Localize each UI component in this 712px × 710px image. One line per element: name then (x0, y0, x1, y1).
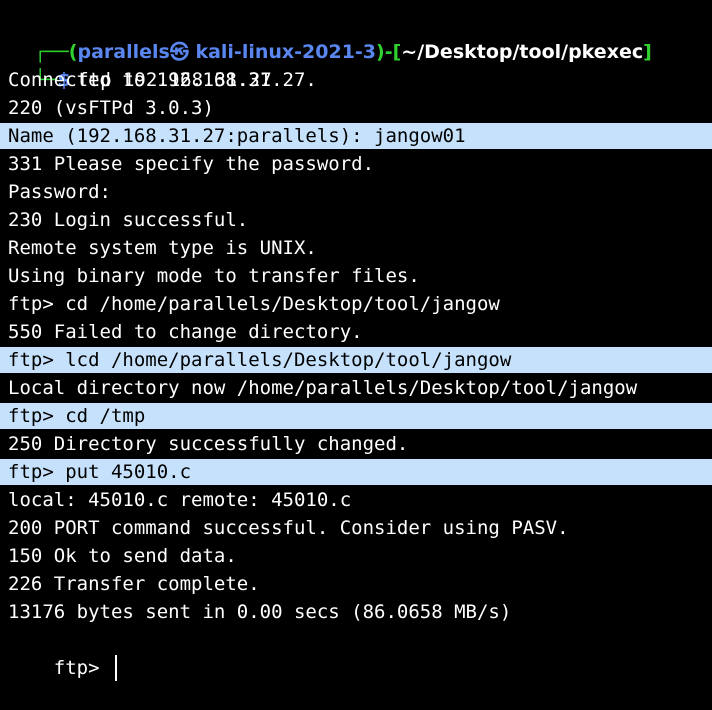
terminal-line-highlighted: ftp> lcd /home/parallels/Desktop/tool/ja… (0, 347, 712, 373)
terminal-line-highlighted: ftp> cd /tmp (0, 403, 712, 429)
terminal-line: 250 Directory successfully changed. (8, 433, 409, 455)
terminal-line: Local directory now /home/parallels/Desk… (8, 377, 638, 399)
terminal-window[interactable]: ┌──(parallels㉿ kali-linux-2021-3)-[~/Des… (0, 10, 712, 681)
terminal-line: 13176 bytes sent in 0.00 secs (86.0658 M… (8, 601, 512, 623)
terminal-line: Remote system type is UNIX. (8, 237, 317, 259)
terminal-line-highlighted: Name (192.168.31.27:parallels): jangow01 (0, 123, 712, 149)
terminal-line: 331 Please specify the password. (8, 153, 375, 175)
terminal-line: ftp> cd /home/parallels/Desktop/tool/jan… (8, 293, 500, 315)
shell-prompt-command-line: └─$ ftp 192.168.31.27 (0, 38, 712, 91)
terminal-line-highlighted: ftp> put 45010.c (0, 459, 712, 485)
terminal-line: 226 Transfer complete. (8, 573, 260, 595)
text-cursor[interactable] (114, 654, 117, 681)
shell-prompt-header: ┌──(parallels㉿ kali-linux-2021-3)-[~/Des… (0, 10, 712, 63)
terminal-line: 550 Failed to change directory. (8, 321, 363, 343)
terminal-line: Password: (8, 181, 111, 203)
terminal-line: local: 45010.c remote: 45010.c (8, 489, 352, 511)
terminal-output: Connected to 192.168.31.27. 220 (vsFTPd 3… (0, 66, 712, 626)
ftp-input-line[interactable]: ftp> (0, 626, 712, 681)
terminal-line: 230 Login successful. (8, 209, 249, 231)
terminal-line: 200 PORT command successful. Consider us… (8, 517, 569, 539)
terminal-line: 150 Ok to send data. (8, 545, 237, 567)
ftp-prompt: ftp> (53, 657, 111, 679)
terminal-line: Using binary mode to transfer files. (8, 265, 420, 287)
terminal-line: Connected to 192.168.31.27. (8, 69, 317, 91)
terminal-line: 220 (vsFTPd 3.0.3) (8, 97, 214, 119)
